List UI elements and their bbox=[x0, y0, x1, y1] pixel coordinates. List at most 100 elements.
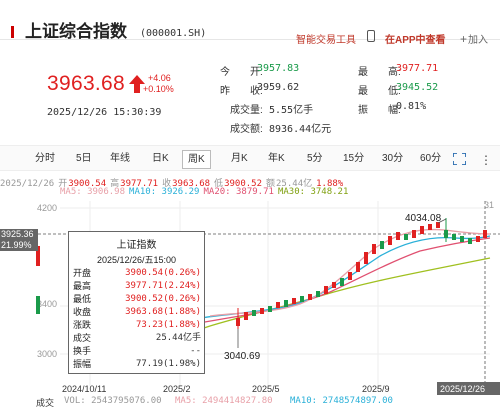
tooltip-value: 25.44亿手 bbox=[155, 333, 201, 343]
tab-monthly-k[interactable]: 月K bbox=[231, 152, 248, 168]
stat-label-amplitude: 振 幅: bbox=[358, 105, 401, 116]
candle bbox=[372, 244, 376, 254]
stock-code: (000001.SH) bbox=[140, 28, 207, 39]
y-tick-right: 31 bbox=[484, 200, 494, 210]
tooltip-key: 收盘 bbox=[73, 307, 92, 317]
candle bbox=[332, 282, 336, 288]
stat-label-high: 最 高: bbox=[358, 67, 401, 78]
candle bbox=[340, 278, 344, 286]
y-tick-4200: 4200 bbox=[37, 203, 57, 213]
candle bbox=[468, 238, 472, 244]
add-watchlist-button[interactable]: +加入 bbox=[460, 31, 488, 46]
candle-tooltip: 上证指数 2025/12/26/五15:00 开盘 3900.54(0.26%) … bbox=[68, 231, 205, 374]
crosshair-pct: 21.99% bbox=[1, 240, 32, 250]
plus-icon: + bbox=[460, 32, 468, 46]
y-tick-3000: 3000 bbox=[37, 349, 57, 359]
candle bbox=[300, 296, 304, 302]
tooltip-value: 3900.52(0.26%) bbox=[125, 294, 201, 304]
tooltip-value: -- bbox=[190, 346, 201, 356]
title-accent-bar bbox=[11, 26, 14, 38]
crosshair-price: 3925.36 bbox=[1, 229, 34, 239]
tab-15min[interactable]: 15分 bbox=[343, 152, 364, 168]
fullscreen-icon[interactable] bbox=[453, 153, 466, 165]
low-annotation: 3040.69 bbox=[224, 351, 261, 362]
tooltip-key: 换手 bbox=[73, 346, 92, 356]
crosshair-price-tag: 3925.36 21.99% bbox=[0, 229, 38, 251]
summary-date: 2025/12/26 bbox=[0, 179, 55, 189]
volume-ma10: MA10: 2748574897.00 bbox=[290, 396, 393, 406]
tooltip-key: 成交 bbox=[73, 333, 92, 343]
tooltip-value: 3977.71(2.24%) bbox=[125, 281, 201, 291]
tooltip-value: 3900.54(0.26%) bbox=[125, 268, 201, 278]
open-in-app-link[interactable]: 在APP中查看 bbox=[385, 31, 446, 46]
candle bbox=[444, 230, 448, 238]
volume-legend: 成交 VOL: 2543795076.00 MA5: 2494414827.80… bbox=[0, 396, 500, 408]
volume-value: VOL: 2543795076.00 bbox=[64, 396, 162, 406]
candle bbox=[308, 294, 312, 300]
x-tick-2025-9: 2025/9 bbox=[362, 384, 390, 394]
candle bbox=[276, 302, 280, 308]
smart-trade-tool-link[interactable]: 智能交易工具 bbox=[296, 31, 356, 46]
candle bbox=[236, 318, 240, 326]
stat-value-turnover: 8936.44亿元 bbox=[269, 124, 332, 135]
tab-yearly-k[interactable]: 年K bbox=[268, 152, 285, 168]
stat-value-low: 3945.52 bbox=[396, 82, 439, 93]
candle bbox=[396, 232, 400, 240]
tooltip-key: 开盘 bbox=[73, 268, 92, 278]
tooltip-key: 最高 bbox=[73, 281, 92, 291]
page-title: 上证综合指数 bbox=[25, 22, 127, 41]
candle bbox=[244, 312, 248, 320]
tab-yearly-line[interactable]: 年线 bbox=[110, 152, 130, 168]
stat-label-low: 最 低: bbox=[358, 86, 401, 97]
stat-value-volume: 5.55亿手 bbox=[269, 105, 314, 116]
candle bbox=[348, 272, 352, 280]
chart-period-tabs: 分时 5日 年线 日K 周K 月K 年K 5分 15分 30分 60分 ⋮ bbox=[0, 145, 500, 171]
tab-5day[interactable]: 5日 bbox=[76, 152, 92, 168]
tooltip-date: 2025/12/26/五15:00 bbox=[96, 255, 177, 265]
tab-intraday[interactable]: 分时 bbox=[35, 152, 55, 168]
stat-value-prev-close: 3959.62 bbox=[257, 82, 300, 93]
candle bbox=[483, 230, 487, 238]
volume-ma5: MA5: 2494414827.80 bbox=[175, 396, 273, 406]
stat-value-open: 3957.83 bbox=[257, 63, 300, 74]
tooltip-key: 涨跌 bbox=[73, 320, 92, 330]
candle bbox=[316, 291, 320, 297]
price-change: +4.06 bbox=[148, 73, 171, 83]
stat-label-turnover: 成交额: bbox=[230, 124, 263, 135]
current-price: 3963.68 bbox=[47, 72, 126, 95]
x-tick-2025-5: 2025/5 bbox=[252, 384, 280, 394]
y-tick-3400: 3400 bbox=[37, 299, 57, 309]
stat-value-amplitude: 0.81% bbox=[396, 101, 427, 112]
tab-60min[interactable]: 60分 bbox=[420, 152, 441, 168]
candle bbox=[420, 226, 424, 234]
candle bbox=[388, 236, 392, 245]
candle bbox=[476, 236, 480, 242]
x-tick-start: 2024/10/11 bbox=[62, 384, 106, 394]
candle bbox=[428, 224, 432, 230]
x-tick-2025-2: 2025/2 bbox=[163, 384, 191, 394]
candle bbox=[452, 234, 456, 240]
stat-value-high: 3977.71 bbox=[396, 63, 439, 74]
page-header: 上证综合指数 (000001.SH) 智能交易工具 在APP中查看 +加入 bbox=[0, 0, 500, 46]
candle bbox=[36, 296, 40, 314]
candle bbox=[268, 306, 272, 312]
candle bbox=[284, 300, 288, 307]
tab-daily-k[interactable]: 日K bbox=[152, 152, 169, 168]
candle bbox=[460, 236, 464, 242]
tooltip-title: 上证指数 bbox=[116, 240, 157, 251]
more-icon[interactable]: ⋮ bbox=[480, 153, 492, 167]
candle bbox=[252, 310, 256, 316]
phone-icon bbox=[367, 30, 375, 42]
add-label: 加入 bbox=[468, 35, 489, 46]
tooltip-value: 3963.68(1.88%) bbox=[125, 307, 201, 317]
high-annotation: 4034.08 bbox=[405, 213, 442, 224]
candle bbox=[380, 241, 384, 249]
candle bbox=[364, 252, 368, 264]
candle bbox=[324, 286, 328, 294]
stat-label-volume: 成交量: bbox=[230, 105, 263, 116]
tab-5min[interactable]: 5分 bbox=[307, 152, 323, 168]
tooltip-value: 73.23(1.88%) bbox=[135, 320, 201, 330]
tab-weekly-k[interactable]: 周K bbox=[182, 150, 211, 169]
price-change-percent: +0.10% bbox=[143, 84, 174, 94]
tab-30min[interactable]: 30分 bbox=[382, 152, 403, 168]
